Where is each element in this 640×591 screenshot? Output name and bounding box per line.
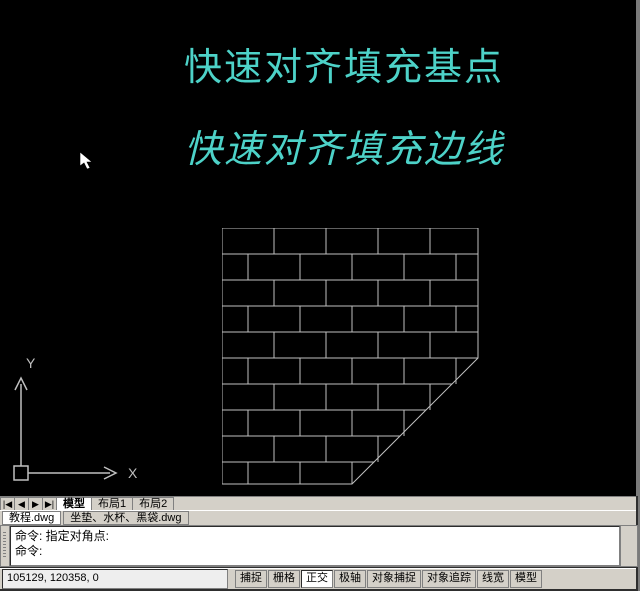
status-model-button[interactable]: 模型 — [510, 570, 542, 588]
status-otrack-button[interactable]: 对象追踪 — [422, 570, 476, 588]
svg-text:X: X — [128, 465, 138, 481]
status-osnap-button[interactable]: 对象捕捉 — [367, 570, 421, 588]
command-scrollbar[interactable] — [620, 526, 637, 566]
status-lineweight-button[interactable]: 线宽 — [477, 570, 509, 588]
command-panel: 命令: 指定对角点: 命令: — [0, 525, 638, 567]
drawing-canvas[interactable]: 快速对齐填充基点 快速对齐填充边线 X Y — [0, 0, 638, 496]
tab-nav-first[interactable]: |◀ — [0, 497, 15, 511]
cursor-arrow-icon — [80, 152, 96, 170]
command-grip-handle[interactable] — [1, 526, 10, 566]
command-input[interactable]: 命令: 指定对角点: 命令: — [10, 526, 620, 566]
status-polar-button[interactable]: 极轴 — [334, 570, 366, 588]
command-history-line: 命令: 指定对角点: — [15, 529, 615, 544]
canvas-text-1: 快速对齐填充基点 — [184, 36, 504, 91]
tab-nav-last[interactable]: ▶| — [42, 497, 57, 511]
tab-layout1[interactable]: 布局1 — [91, 497, 133, 511]
svg-text:Y: Y — [26, 355, 36, 371]
status-grid-button[interactable]: 栅格 — [268, 570, 300, 588]
status-snap-button[interactable]: 捕捉 — [235, 570, 267, 588]
coordinate-readout: 105129, 120358, 0 — [2, 569, 228, 589]
tab-nav-next[interactable]: ▶ — [28, 497, 43, 511]
tab-model[interactable]: 模型 — [56, 497, 92, 511]
hatch-brick-shape — [222, 228, 482, 488]
tab-layout2[interactable]: 布局2 — [132, 497, 174, 511]
command-prompt-line: 命令: — [15, 544, 615, 559]
layout-tab-bar: |◀ ◀ ▶ ▶| 模型 布局1 布局2 — [0, 496, 636, 511]
status-bar: 105129, 120358, 0 捕捉 栅格 正交 极轴 对象捕捉 对象追踪 … — [0, 568, 636, 589]
file-tab-1[interactable]: 教程.dwg — [2, 511, 61, 525]
ucs-axis-icon: X Y — [12, 354, 142, 484]
document-tab-bar: 教程.dwg 坐垫、水杯、黑袋.dwg — [0, 510, 636, 525]
canvas-text-2: 快速对齐填充边线 — [184, 118, 504, 173]
tab-nav-prev[interactable]: ◀ — [14, 497, 29, 511]
status-ortho-button[interactable]: 正交 — [301, 570, 333, 588]
file-tab-2[interactable]: 坐垫、水杯、黑袋.dwg — [63, 511, 188, 525]
